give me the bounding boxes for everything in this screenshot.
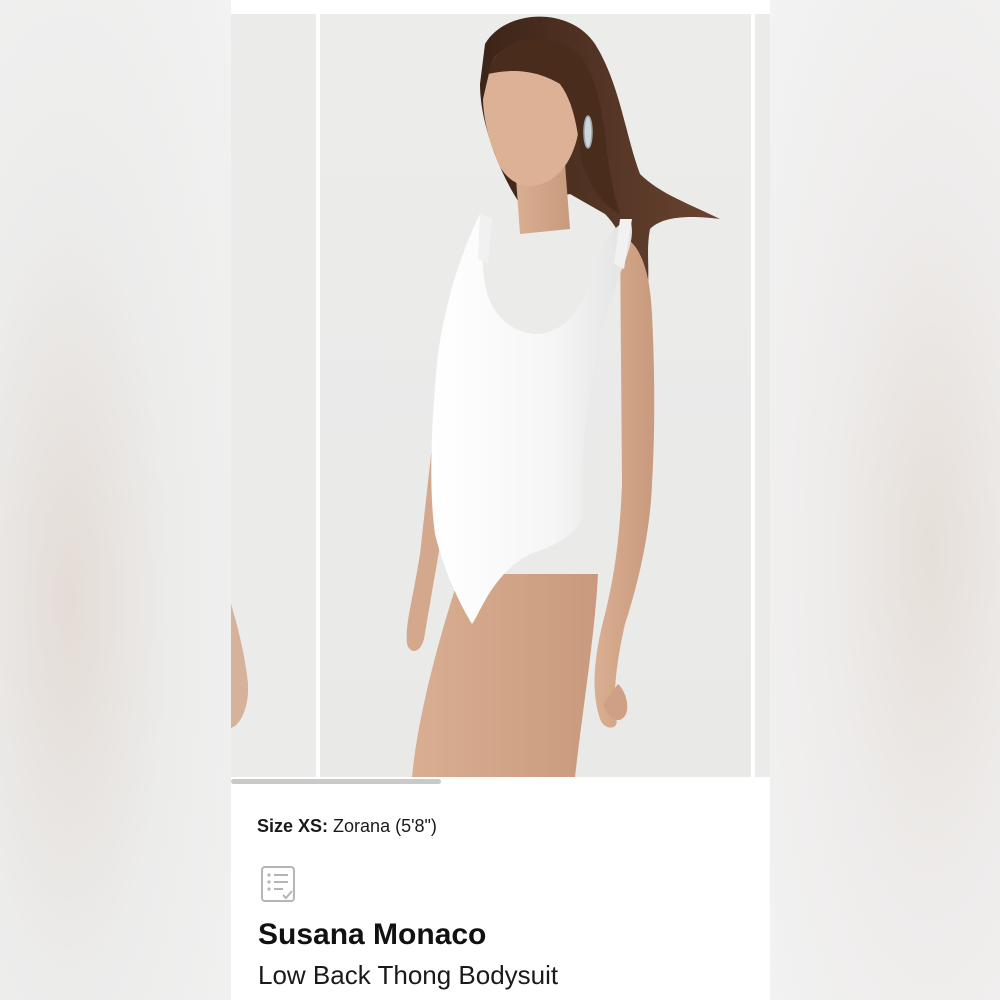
product-image-next[interactable] xyxy=(755,14,770,777)
model-name-height: Zorana (5'8") xyxy=(333,816,437,836)
model-size-info: Size XS: Zorana (5'8") xyxy=(257,816,437,837)
carousel-scroll-thumb[interactable] xyxy=(231,779,441,784)
product-image-carousel[interactable] xyxy=(231,14,770,777)
product-image-previous[interactable] xyxy=(231,14,316,777)
carousel-scrollbar[interactable] xyxy=(231,777,770,785)
product-screen: Size XS: Zorana (5'8") Susana Monaco Low… xyxy=(231,0,770,1000)
blurred-backdrop-left xyxy=(0,0,231,1000)
product-name: Low Back Thong Bodysuit xyxy=(258,960,559,990)
blurred-backdrop-right xyxy=(770,0,1000,1000)
brand-name[interactable]: Susana Monaco xyxy=(258,918,486,952)
model-photo xyxy=(406,16,720,777)
size-label: Size XS: xyxy=(257,816,329,836)
list-document-icon[interactable] xyxy=(259,864,299,904)
model-arm-partial xyxy=(231,604,249,728)
product-image-main[interactable] xyxy=(320,14,751,777)
